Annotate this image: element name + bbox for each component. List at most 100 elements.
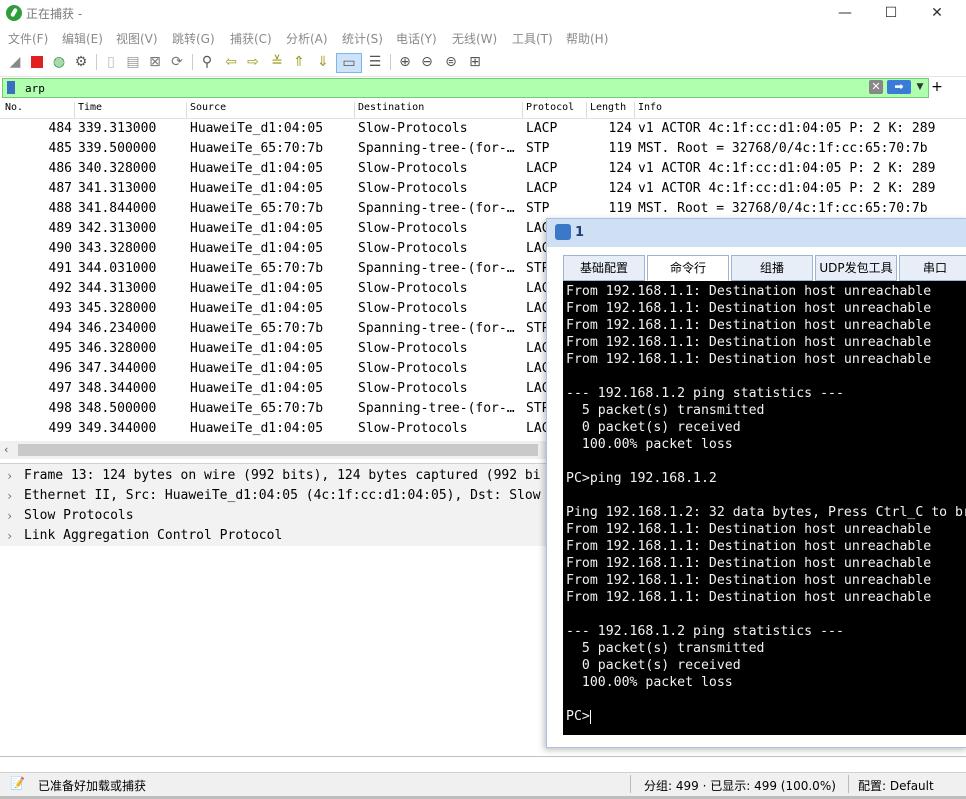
- cell-time: 345.328000: [78, 301, 157, 316]
- detail-row-lacp[interactable]: › Link Aggregation Control Protocol: [0, 526, 546, 546]
- column-header-source[interactable]: Source: [186, 102, 226, 118]
- cell-src: HuaweiTe_65:70:7b: [190, 401, 324, 416]
- table-row[interactable]: 488 341.844000 HuaweiTe_65:70:7b Spanning-t…: [0, 199, 966, 219]
- menu-help[interactable]: 帮助(H): [566, 30, 608, 47]
- cell-dst: Spanning-tree-(for-…: [358, 261, 515, 276]
- first-packet-icon[interactable]: ⇑: [290, 53, 308, 71]
- cell-len: 119: [608, 141, 632, 156]
- apply-filter-icon[interactable]: ➡: [887, 80, 911, 94]
- menu-statistics[interactable]: 统计(S): [342, 30, 383, 47]
- cell-time: 339.313000: [78, 121, 157, 136]
- column-header-destination[interactable]: Destination: [354, 102, 424, 118]
- last-packet-icon[interactable]: ⇓: [314, 53, 332, 71]
- terminal-line: 0 packet(s) received: [566, 658, 741, 673]
- expand-arrow-icon[interactable]: ›: [6, 466, 13, 486]
- save-file-icon[interactable]: ▤: [124, 53, 142, 71]
- display-filter-input[interactable]: [25, 79, 865, 97]
- go-back-icon[interactable]: ⇦: [222, 53, 240, 71]
- expand-arrow-icon[interactable]: ›: [6, 526, 13, 546]
- zoom-in-icon[interactable]: ⊕: [396, 53, 414, 71]
- expert-info-icon[interactable]: 📝: [10, 776, 25, 790]
- status-profile[interactable]: 配置: Default: [858, 777, 934, 794]
- normal-size-icon[interactable]: ⊜: [442, 53, 460, 71]
- cell-no: 496: [48, 361, 72, 376]
- tab-serial[interactable]: 串口: [899, 255, 966, 281]
- ensp-logo-icon: [555, 224, 571, 240]
- scroll-left-icon[interactable]: ‹: [4, 443, 8, 456]
- filter-history-dropdown-icon[interactable]: ▼: [914, 80, 926, 94]
- tab-udp-tool[interactable]: UDP发包工具: [815, 255, 897, 281]
- tab-basic-config[interactable]: 基础配置: [563, 255, 645, 281]
- filter-bookmark-icon[interactable]: [7, 81, 15, 94]
- column-header-no[interactable]: No.: [2, 102, 23, 118]
- add-filter-button-icon[interactable]: +: [931, 78, 943, 96]
- status-bar: 📝 已准备好加载或捕获 分组: 499 · 已显示: 499 (100.0%) …: [0, 772, 966, 797]
- shark-fin-icon[interactable]: ◢: [6, 53, 24, 71]
- column-header-time[interactable]: Time: [74, 102, 102, 118]
- tab-multicast[interactable]: 组播: [731, 255, 813, 281]
- cell-src: HuaweiTe_d1:04:05: [190, 281, 324, 296]
- cell-src: HuaweiTe_65:70:7b: [190, 141, 324, 156]
- cell-src: HuaweiTe_65:70:7b: [190, 261, 324, 276]
- terminal-line: From 192.168.1.1: Destination host unrea…: [566, 352, 932, 367]
- open-file-icon[interactable]: ▯: [102, 53, 120, 71]
- cell-no: 490: [48, 241, 72, 256]
- expand-arrow-icon[interactable]: ›: [6, 506, 13, 526]
- close-file-icon[interactable]: ⊠: [146, 53, 164, 71]
- menu-wireless[interactable]: 无线(W): [452, 30, 497, 47]
- table-row[interactable]: 487 341.313000 HuaweiTe_d1:04:05 Slow-Proto…: [0, 179, 966, 199]
- detail-row-frame[interactable]: › Frame 13: 124 bytes on wire (992 bits),…: [0, 466, 546, 486]
- menu-tools[interactable]: 工具(T): [512, 30, 553, 47]
- go-to-packet-icon[interactable]: ≚: [268, 53, 286, 71]
- options-gear-icon[interactable]: ⚙: [72, 53, 90, 71]
- cell-no: 485: [48, 141, 72, 156]
- menu-view[interactable]: 视图(V): [116, 30, 158, 47]
- column-header-length[interactable]: Length: [586, 102, 626, 118]
- menu-telephony[interactable]: 电话(Y): [396, 30, 437, 47]
- zoom-out-icon[interactable]: ⊖: [418, 53, 436, 71]
- cell-time: 342.313000: [78, 221, 157, 236]
- find-icon[interactable]: ⚲: [198, 53, 216, 71]
- cell-len: 124: [608, 161, 632, 176]
- cell-info: v1 ACTOR 4c:1f:cc:d1:04:05 P: 2 K: 289: [638, 121, 936, 136]
- detail-row-slow-protocols[interactable]: › Slow Protocols: [0, 506, 546, 526]
- detail-row-ethernet[interactable]: › Ethernet II, Src: HuaweiTe_d1:04:05 (4c…: [0, 486, 546, 506]
- tab-command-line[interactable]: 命令行: [647, 255, 729, 281]
- table-row[interactable]: 484 339.313000 HuaweiTe_d1:04:05 Slow-Proto…: [0, 119, 966, 139]
- menu-file[interactable]: 文件(F): [8, 30, 48, 47]
- cell-no: 493: [48, 301, 72, 316]
- menu-analyze[interactable]: 分析(A): [286, 30, 328, 47]
- column-header-info[interactable]: Info: [634, 102, 662, 118]
- column-header-protocol[interactable]: Protocol: [522, 102, 574, 118]
- resize-columns-icon[interactable]: ⊞: [466, 53, 484, 71]
- expand-arrow-icon[interactable]: ›: [6, 486, 13, 506]
- menu-go[interactable]: 跳转(G): [172, 30, 215, 47]
- cell-dst: Slow-Protocols: [358, 121, 468, 136]
- menu-edit[interactable]: 编辑(E): [62, 30, 103, 47]
- cell-time: 348.344000: [78, 381, 157, 396]
- maximize-button[interactable]: ☐: [868, 2, 914, 24]
- hscrollbar-thumb[interactable]: [18, 444, 538, 456]
- terminal-console[interactable]: From 192.168.1.1: Destination host unrea…: [563, 281, 966, 735]
- autoscroll-icon[interactable]: ▭: [336, 53, 362, 73]
- terminal-title-bar[interactable]: 1: [547, 219, 966, 247]
- menu-capture[interactable]: 捕获(C): [230, 30, 272, 47]
- clear-filter-icon[interactable]: ✕: [869, 80, 883, 94]
- table-row[interactable]: 485 339.500000 HuaweiTe_65:70:7b Spanning-t…: [0, 139, 966, 159]
- cell-len: 124: [608, 181, 632, 196]
- stop-icon[interactable]: [28, 53, 46, 71]
- reload-icon[interactable]: ⟳: [168, 53, 186, 71]
- cell-no: 492: [48, 281, 72, 296]
- go-forward-icon[interactable]: ⇨: [244, 53, 262, 71]
- terminal-line: PC>: [566, 709, 590, 724]
- close-button[interactable]: ✕: [914, 2, 960, 24]
- cell-proto: LACP: [526, 181, 558, 196]
- minimize-button[interactable]: —: [822, 2, 868, 24]
- cell-dst: Slow-Protocols: [358, 281, 468, 296]
- pane-divider[interactable]: [0, 756, 966, 757]
- packet-list-hscrollbar[interactable]: ‹: [0, 441, 546, 459]
- colorize-icon[interactable]: ☰: [366, 53, 384, 71]
- packet-list-header: No. Time Source Destination Protocol Len…: [0, 100, 966, 119]
- restart-icon[interactable]: ◍: [50, 53, 68, 71]
- table-row[interactable]: 486 340.328000 HuaweiTe_d1:04:05 Slow-Proto…: [0, 159, 966, 179]
